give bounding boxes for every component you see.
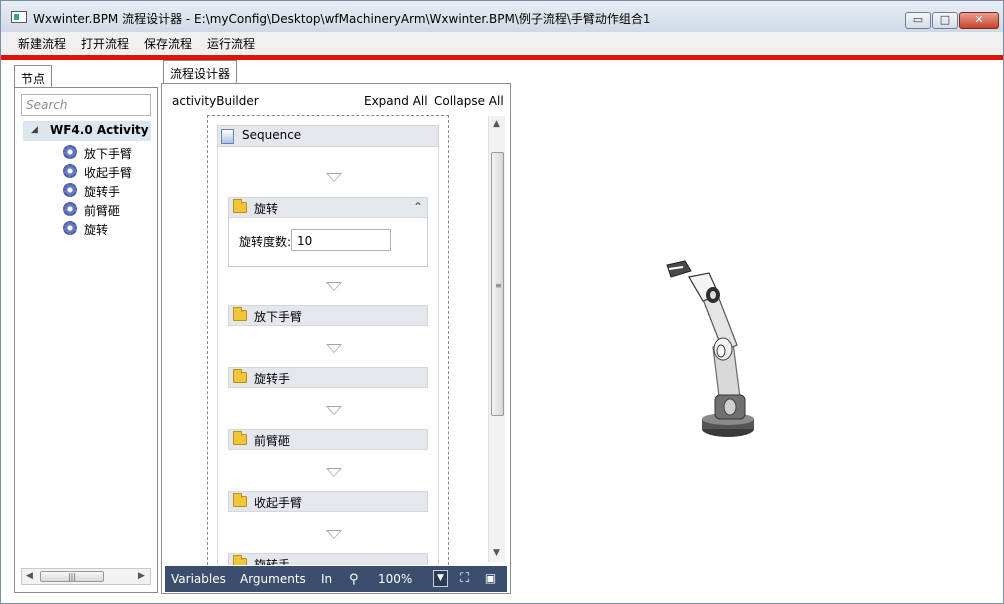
activity-label: 前臂砸 — [254, 434, 291, 448]
scroll-thumb[interactable]: ≡ — [491, 152, 504, 416]
activity-rotate-expanded[interactable]: 旋转 ⌃ 旋转度数: 10 — [228, 197, 428, 267]
drop-target-icon[interactable] — [326, 344, 342, 353]
tree-root-wf4-activity[interactable]: ◢ WF4.0 Activity — [23, 121, 151, 141]
folder-icon — [233, 431, 247, 445]
menu-open-process[interactable]: 打开流程 — [81, 35, 129, 52]
menu-new-process[interactable]: 新建流程 — [18, 35, 66, 52]
fit-to-screen-icon[interactable]: ⛶ — [457, 570, 472, 587]
close-button[interactable]: ✕ — [959, 12, 999, 29]
folder-icon — [233, 199, 247, 213]
toolbox-body: Search ◢ WF4.0 Activity 放下手臂 收起手臂 旋转手 前臂… — [14, 87, 158, 593]
toolbox-item[interactable]: 旋转 — [63, 220, 153, 238]
activity-label: 收起手臂 — [254, 496, 303, 510]
vertical-scrollbar[interactable]: ▲ ≡ ▼ — [488, 116, 505, 562]
robot-wrist-cap — [710, 291, 716, 299]
toolbox-item-label: 旋转 — [84, 223, 109, 237]
activity-block[interactable]: 旋转手 — [228, 367, 428, 388]
drop-target-icon[interactable] — [326, 282, 342, 291]
robot-joint-lower-cap — [723, 398, 737, 416]
title-bar[interactable]: Wxwinter.BPM 流程设计器 - E:\myConfig\Desktop… — [1, 1, 1003, 32]
collapse-all-button[interactable]: Collapse All — [434, 94, 504, 108]
toolbox-item-label: 放下手臂 — [84, 147, 133, 161]
tab-nodes[interactable]: 节点 — [14, 65, 53, 88]
folder-icon — [233, 369, 247, 383]
activity-block[interactable]: 前臂砸 — [228, 429, 428, 450]
workflow-canvas[interactable]: Sequence 旋转 ⌃ 旋转度数: 10 放下手臂 旋转手 前臂砸 收起手臂… — [165, 115, 505, 565]
activity-label: 放下手臂 — [254, 310, 303, 324]
menu-bar: 新建流程 打开流程 保存流程 运行流程 — [1, 32, 1003, 54]
tab-process-designer[interactable]: 流程设计器 — [163, 60, 238, 83]
breadcrumb[interactable]: activityBuilder — [172, 94, 259, 108]
activity-block[interactable]: 放下手臂 — [228, 305, 428, 326]
overview-icon[interactable]: ▣ — [483, 570, 498, 587]
folder-icon — [233, 493, 247, 507]
rotation-degrees-input[interactable]: 10 — [291, 229, 391, 251]
scroll-thumb[interactable]: ||| — [40, 571, 104, 582]
horizontal-scrollbar[interactable]: ◀ ||| ▶ — [21, 568, 151, 585]
activity-block[interactable]: 旋转手 — [228, 553, 428, 565]
grip-icon: ≡ — [495, 281, 502, 290]
magnifier-icon[interactable]: ⚲ — [349, 572, 359, 587]
gear-icon — [63, 145, 77, 159]
search-input[interactable]: Search — [21, 94, 151, 116]
toolbox-item[interactable]: 收起手臂 — [63, 163, 153, 181]
designer-header: activityBuilder Expand All Collapse All — [162, 84, 510, 114]
zoom-dropdown-icon[interactable]: ▼ — [433, 570, 448, 587]
imports-tab[interactable]: In — [321, 572, 332, 586]
drop-target-icon[interactable] — [326, 468, 342, 477]
designer-body: activityBuilder Expand All Collapse All … — [161, 83, 511, 594]
application-window: Wxwinter.BPM 流程设计器 - E:\myConfig\Desktop… — [0, 0, 1004, 604]
folder-icon — [233, 307, 247, 321]
window-title: Wxwinter.BPM 流程设计器 - E:\myConfig\Desktop… — [33, 12, 651, 26]
toolbox-item-label: 收起手臂 — [84, 166, 133, 180]
expand-all-button[interactable]: Expand All — [364, 94, 428, 108]
sequence-header[interactable]: Sequence — [217, 125, 439, 147]
activity-label: 旋转手 — [254, 372, 291, 386]
toolbox-panel: 节点 Search ◢ WF4.0 Activity 放下手臂 收起手臂 旋转手… — [14, 65, 158, 593]
scroll-down-icon[interactable]: ▼ — [493, 548, 500, 558]
sequence-icon — [221, 129, 234, 144]
toolbox-item-label: 旋转手 — [84, 185, 121, 199]
designer-panel: 流程设计器 activityBuilder Expand All Collaps… — [161, 60, 511, 594]
variables-tab[interactable]: Variables — [171, 572, 226, 586]
collapse-icon[interactable]: ⌃ — [413, 200, 423, 214]
zoom-level[interactable]: 100% — [378, 572, 412, 586]
toolbox-item[interactable]: 旋转手 — [63, 182, 153, 200]
drop-target-icon[interactable] — [326, 530, 342, 539]
tree-root-label: WF4.0 Activity — [50, 123, 149, 137]
robot-elbow-cap — [716, 344, 726, 358]
gear-icon — [63, 221, 77, 235]
sequence-label: Sequence — [242, 128, 302, 142]
menu-run-process[interactable]: 运行流程 — [207, 35, 255, 52]
tree-expand-icon[interactable]: ◢ — [31, 125, 38, 135]
activity-block[interactable]: 收起手臂 — [228, 491, 428, 512]
property-label: 旋转度数: — [239, 235, 292, 249]
designer-statusbar: Variables Arguments In ⚲ 100% ▼ ⛶ ▣ — [165, 566, 507, 592]
scroll-right-icon[interactable]: ▶ — [138, 571, 145, 581]
menu-save-process[interactable]: 保存流程 — [144, 35, 192, 52]
drop-target-icon[interactable] — [326, 406, 342, 415]
scroll-up-icon[interactable]: ▲ — [493, 119, 500, 129]
arguments-tab[interactable]: Arguments — [240, 572, 306, 586]
activity-label: 旋转 — [254, 202, 279, 216]
gear-icon — [63, 183, 77, 197]
gear-icon — [63, 164, 77, 178]
minimize-button[interactable]: ▭ — [905, 12, 931, 29]
folder-icon — [233, 555, 247, 565]
gear-icon — [63, 202, 77, 216]
robot-arm-preview — [666, 260, 754, 437]
activity-label: 旋转手 — [254, 558, 291, 565]
maximize-button[interactable]: □ — [932, 12, 958, 29]
toolbox-item-label: 前臂砸 — [84, 204, 121, 218]
toolbox-item[interactable]: 前臂砸 — [63, 201, 153, 219]
activity-header[interactable]: 旋转 ⌃ — [228, 197, 428, 218]
drop-target-icon[interactable] — [326, 173, 342, 182]
scroll-left-icon[interactable]: ◀ — [26, 571, 33, 581]
app-icon — [11, 11, 27, 23]
toolbox-item[interactable]: 放下手臂 — [63, 144, 153, 162]
